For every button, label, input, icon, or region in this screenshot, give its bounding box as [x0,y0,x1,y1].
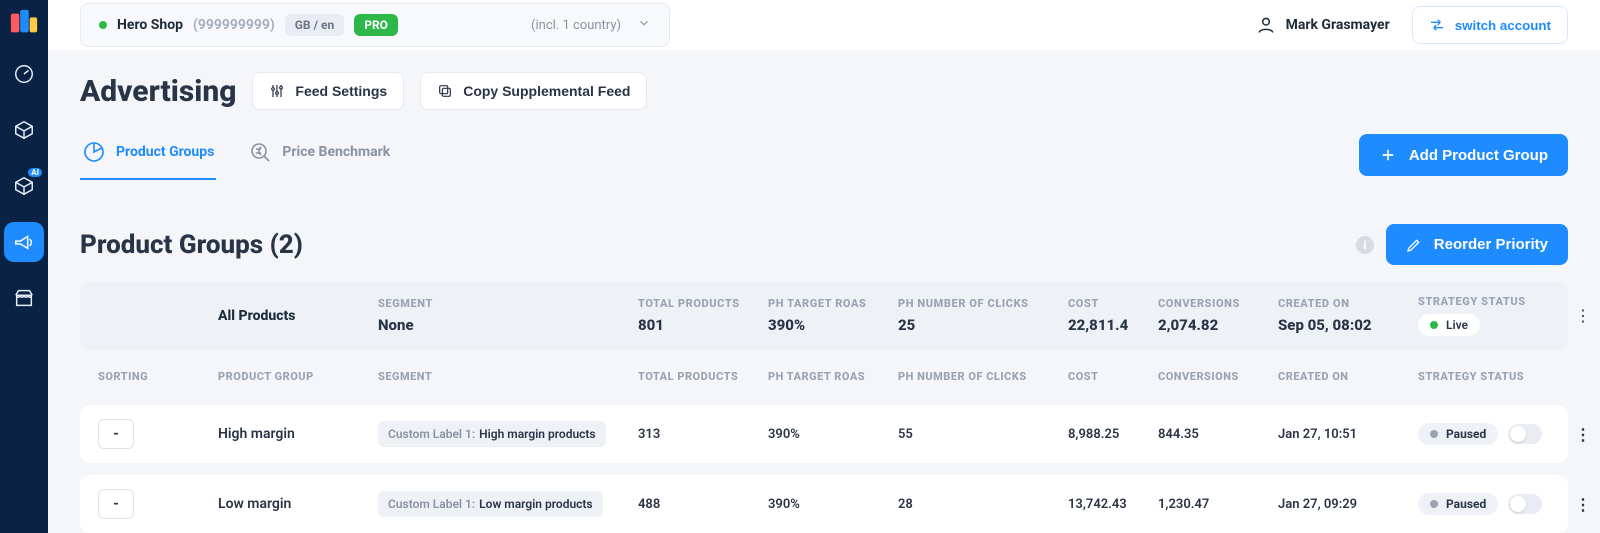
chevron-down-icon [637,16,651,34]
summary-more-button[interactable]: ⋮ [1568,306,1598,325]
user-icon [1256,15,1276,35]
summary-clicks: 25 [898,316,1068,334]
status-dot-icon [99,21,107,29]
reorder-priority-button[interactable]: Reorder Priority [1386,224,1568,265]
info-icon[interactable]: i [1356,236,1374,254]
group-name[interactable]: Low margin [218,496,378,512]
gauge-icon [13,63,35,85]
summary-conversions: 2,074.82 [1158,316,1278,334]
pencil-icon [1406,237,1422,253]
sidebar: AI [0,0,48,533]
switch-icon [1429,17,1445,33]
locale-pill: GB / en [285,14,344,36]
sort-handle[interactable]: - [98,489,134,519]
tabs: Product Groups Price Benchmark [80,130,392,180]
group-name[interactable]: High margin [218,426,378,442]
feed-settings-button[interactable]: Feed Settings [252,72,404,110]
nav-advertising[interactable] [4,222,44,262]
app-logo-icon [9,8,39,38]
summary-total: 801 [638,316,768,334]
nav-products[interactable] [4,110,44,150]
row-more-button[interactable]: ⋮ [1568,495,1598,514]
status-badge-live: Live [1418,314,1480,336]
cube-icon [13,175,35,197]
pie-icon [82,140,106,164]
content: Advertising Feed Settings Copy Supplemen… [48,50,1600,533]
summary-roas: 390% [768,316,898,334]
page-title: Advertising [80,74,236,109]
nav-storefront[interactable] [4,278,44,318]
main: Hero Shop (999999999) GB / en PRO (incl.… [48,0,1600,533]
ai-badge: AI [28,168,42,177]
nav-dashboard[interactable] [4,54,44,94]
status-badge-paused: Paused [1418,423,1498,445]
segment-chip[interactable]: Custom Label 1:High margin products [378,421,606,447]
megaphone-icon [13,231,35,253]
summary-cost: 22,811.4 [1068,316,1158,334]
sliders-icon [269,83,285,99]
euro-search-icon [248,140,272,164]
segment-chip[interactable]: Custom Label 1:Low margin products [378,491,603,517]
row-more-button[interactable]: ⋮ [1568,425,1598,444]
user-name: Mark Grasmayer [1286,17,1390,33]
tab-price-benchmark[interactable]: Price Benchmark [246,130,392,180]
table-row: - Low margin Custom Label 1:Low margin p… [80,475,1568,533]
status-toggle[interactable] [1508,494,1542,514]
tab-product-groups[interactable]: Product Groups [80,130,216,180]
storefront-icon [13,287,35,309]
table-row: - High margin Custom Label 1:High margin… [80,405,1568,463]
add-product-group-button[interactable]: Add Product Group [1359,134,1568,176]
copy-feed-button[interactable]: Copy Supplemental Feed [420,72,647,110]
switch-account-button[interactable]: switch account [1412,6,1568,44]
summary-created: Sep 05, 08:02 [1278,316,1418,334]
table-header: SORTING PRODUCT GROUP SEGMENT TOTAL PROD… [80,350,1568,393]
store-selector[interactable]: Hero Shop (999999999) GB / en PRO (incl.… [80,3,670,47]
nav-ai-products[interactable]: AI [4,166,44,206]
plus-icon [1379,146,1397,164]
summary-segment: None [378,316,638,334]
summary-row: All Products SEGMENT None TOTAL PRODUCTS… [80,281,1568,350]
country-note: (incl. 1 country) [531,18,621,33]
store-name: Hero Shop [117,17,183,33]
copy-icon [437,83,453,99]
topbar: Hero Shop (999999999) GB / en PRO (incl.… [48,0,1600,50]
status-toggle[interactable] [1508,424,1542,444]
status-badge-paused: Paused [1418,493,1498,515]
user-menu[interactable]: Mark Grasmayer [1256,15,1390,35]
section-title: Product Groups (2) [80,230,303,260]
plan-badge: PRO [354,14,398,36]
store-id: (999999999) [193,17,275,33]
sort-handle[interactable]: - [98,419,134,449]
all-products-label: All Products [218,308,378,324]
cube-icon [13,119,35,141]
